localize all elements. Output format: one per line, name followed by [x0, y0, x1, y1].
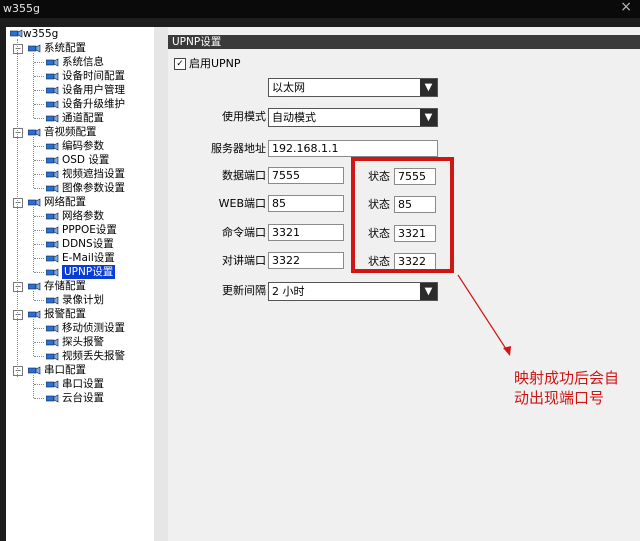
annotation-line-2: 动出现端口号 — [514, 389, 605, 407]
annotation-text: 映射成功后会自 动出现端口号 — [514, 368, 640, 408]
annotation-line-1: 映射成功后会自 — [514, 369, 620, 387]
annotation-arrow — [457, 274, 511, 356]
